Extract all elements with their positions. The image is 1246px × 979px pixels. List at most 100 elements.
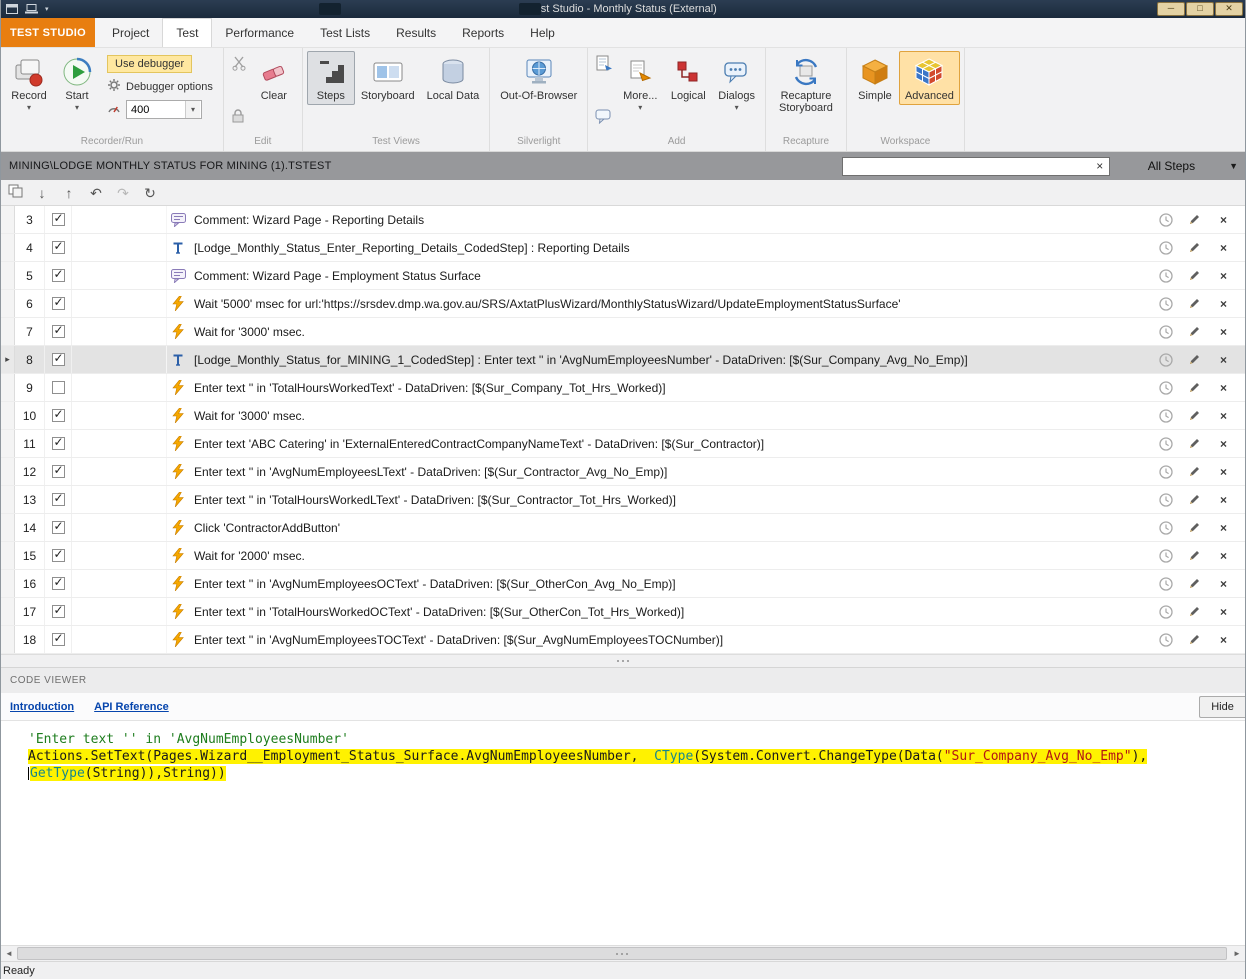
step-row[interactable]: ▸ 11 ✓ Enter text 'ABC Catering' in 'Ext… <box>1 430 1245 458</box>
more-steps-button[interactable]: More... ▾ <box>616 51 664 114</box>
step-enabled-checkbox[interactable]: ✓ <box>45 570 72 597</box>
steps-filter-input[interactable] <box>842 160 1091 172</box>
app-icon[interactable] <box>6 4 18 14</box>
delete-step-icon[interactable]: × <box>1216 268 1231 283</box>
redo-icon[interactable]: ↷ <box>114 185 132 201</box>
execution-delay-dropdown-icon[interactable]: ▾ <box>185 101 200 118</box>
step-timeout-icon[interactable] <box>1158 212 1173 227</box>
menu-tab[interactable]: Test <box>162 18 213 47</box>
filter-clear-icon[interactable]: × <box>1091 159 1109 173</box>
close-button[interactable]: ✕ <box>1215 2 1243 16</box>
menu-tab[interactable]: Results <box>383 18 449 47</box>
edit-step-icon[interactable] <box>1187 604 1202 619</box>
step-enabled-checkbox[interactable]: ✓ <box>45 262 72 289</box>
delete-step-icon[interactable]: × <box>1216 408 1231 423</box>
step-row[interactable]: ▸ 4 ✓ [Lodge_Monthly_Status_Enter_Report… <box>1 234 1245 262</box>
hide-button[interactable]: Hide <box>1199 696 1245 718</box>
step-row[interactable]: ▸ 7 ✓ Wait for '3000' msec. × <box>1 318 1245 346</box>
clear-button[interactable]: Clear <box>250 51 298 105</box>
step-timeout-icon[interactable] <box>1158 436 1173 451</box>
delete-step-icon[interactable]: × <box>1216 604 1231 619</box>
device-icon[interactable] <box>25 4 38 14</box>
scroll-right-icon[interactable]: ► <box>1229 946 1245 961</box>
step-row[interactable]: ▸ 16 ✓ Enter text '' in 'AvgNumEmployees… <box>1 570 1245 598</box>
delete-step-icon[interactable]: × <box>1216 296 1231 311</box>
step-row[interactable]: ▸ 6 ✓ Wait '5000' msec for url:'https://… <box>1 290 1245 318</box>
step-row[interactable]: ▸ 13 ✓ Enter text '' in 'TotalHoursWorke… <box>1 486 1245 514</box>
qat-chevron-down-icon[interactable]: ▾ <box>45 5 49 13</box>
edit-step-icon[interactable] <box>1187 324 1202 339</box>
step-row[interactable]: ▸ 10 ✓ Wait for '3000' msec. × <box>1 402 1245 430</box>
step-row[interactable]: ▸ 3 ✓ Comment: Wizard Page - Reporting D… <box>1 206 1245 234</box>
filter-scope-chevron-down-icon[interactable]: ▼ <box>1229 161 1241 171</box>
step-timeout-icon[interactable] <box>1158 240 1173 255</box>
step-timeout-icon[interactable] <box>1158 464 1173 479</box>
scrollbar-thumb[interactable] <box>17 947 1227 960</box>
step-row[interactable]: ▸ 12 ✓ Enter text '' in 'AvgNumEmployees… <box>1 458 1245 486</box>
delete-step-icon[interactable]: × <box>1216 212 1231 227</box>
step-timeout-icon[interactable] <box>1158 352 1173 367</box>
menu-tab[interactable]: Reports <box>449 18 517 47</box>
minimize-button[interactable]: ─ <box>1157 2 1185 16</box>
edit-step-icon[interactable] <box>1187 520 1202 535</box>
edit-step-icon[interactable] <box>1187 464 1202 479</box>
start-dropdown-icon[interactable]: ▾ <box>75 104 79 112</box>
step-enabled-checkbox[interactable]: ✓ <box>45 542 72 569</box>
menu-tab[interactable]: Help <box>517 18 568 47</box>
simple-workspace-button[interactable]: Simple <box>851 51 899 105</box>
step-timeout-icon[interactable] <box>1158 408 1173 423</box>
delete-step-icon[interactable]: × <box>1216 380 1231 395</box>
step-enabled-checkbox[interactable]: ✓ <box>45 514 72 541</box>
step-timeout-icon[interactable] <box>1158 324 1173 339</box>
delete-step-icon[interactable]: × <box>1216 240 1231 255</box>
step-row[interactable]: ▸ 18 ✓ Enter text '' in 'AvgNumEmployees… <box>1 626 1245 654</box>
edit-step-icon[interactable] <box>1187 492 1202 507</box>
code-editor[interactable]: 'Enter text '' in 'AvgNumEmployeesNumber… <box>1 721 1245 945</box>
step-enabled-checkbox[interactable]: ✓ <box>45 458 72 485</box>
step-enabled-checkbox[interactable]: ✓ <box>45 374 72 401</box>
step-enabled-checkbox[interactable]: ✓ <box>45 206 72 233</box>
execution-delay-input[interactable] <box>127 103 185 116</box>
step-enabled-checkbox[interactable]: ✓ <box>45 318 72 345</box>
step-row[interactable]: ▸ 5 ✓ Comment: Wizard Page - Employment … <box>1 262 1245 290</box>
use-debugger-toggle[interactable]: Use debugger <box>107 55 193 73</box>
advanced-workspace-button[interactable]: Advanced <box>898 51 960 105</box>
edit-step-icon[interactable] <box>1187 548 1202 563</box>
step-enabled-checkbox[interactable]: ✓ <box>45 598 72 625</box>
step-enabled-checkbox[interactable]: ✓ <box>45 486 72 513</box>
step-enabled-checkbox[interactable]: ✓ <box>45 626 72 653</box>
api-reference-link[interactable]: API Reference <box>94 701 169 713</box>
step-timeout-icon[interactable] <box>1158 492 1173 507</box>
delete-step-icon[interactable]: × <box>1216 352 1231 367</box>
edit-step-icon[interactable] <box>1187 576 1202 591</box>
step-timeout-icon[interactable] <box>1158 576 1173 591</box>
horizontal-scrollbar[interactable]: ◄ ► <box>1 945 1245 961</box>
step-row[interactable]: ▸ 15 ✓ Wait for '2000' msec. × <box>1 542 1245 570</box>
menu-tab[interactable]: Performance <box>212 18 307 47</box>
edit-step-icon[interactable] <box>1187 436 1202 451</box>
storyboard-view-button[interactable]: Storyboard <box>355 51 421 105</box>
recapture-storyboard-button[interactable]: Recapture Storyboard <box>770 51 842 117</box>
step-timeout-icon[interactable] <box>1158 520 1173 535</box>
pane-splitter[interactable] <box>1 654 1245 667</box>
debugger-options-button[interactable]: Debugger options <box>107 78 213 95</box>
delete-step-icon[interactable]: × <box>1216 632 1231 647</box>
steps-view-button[interactable]: Steps <box>306 51 355 105</box>
step-timeout-icon[interactable] <box>1158 604 1173 619</box>
maximize-button[interactable]: □ <box>1186 2 1214 16</box>
filter-scope-label[interactable]: All Steps <box>1148 159 1195 173</box>
out-of-browser-button[interactable]: Out-Of-Browser <box>494 51 583 105</box>
delete-step-icon[interactable]: × <box>1216 324 1231 339</box>
cut-icon[interactable] <box>231 55 247 76</box>
step-timeout-icon[interactable] <box>1158 268 1173 283</box>
step-timeout-icon[interactable] <box>1158 380 1173 395</box>
step-enabled-checkbox[interactable]: ✓ <box>45 402 72 429</box>
menu-tab[interactable]: Project <box>99 18 162 47</box>
step-enabled-checkbox[interactable]: ✓ <box>45 290 72 317</box>
menu-tab[interactable]: Test Lists <box>307 18 383 47</box>
step-enabled-checkbox[interactable]: ✓ <box>45 430 72 457</box>
edit-step-icon[interactable] <box>1187 408 1202 423</box>
delete-step-icon[interactable]: × <box>1216 576 1231 591</box>
step-row[interactable]: ▸ 8 ✓ [Lodge_Monthly_Status_for_MINING_1… <box>1 346 1245 374</box>
scroll-left-icon[interactable]: ◄ <box>1 946 17 961</box>
